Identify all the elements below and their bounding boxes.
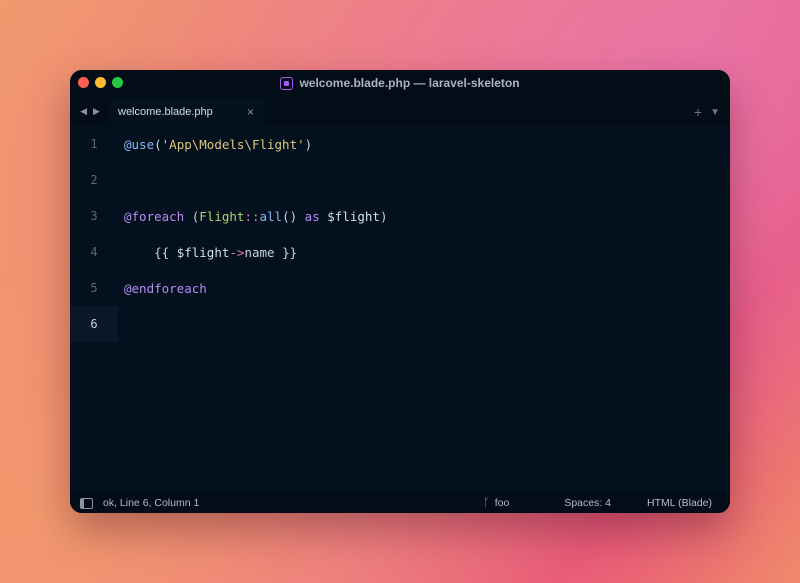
close-window-button[interactable] <box>78 77 89 88</box>
code-line: 5 @endforeach <box>70 270 730 306</box>
code-text: @foreach (Flight::all() as $flight) <box>124 208 388 224</box>
code-line: 3 @foreach (Flight::all() as $flight) <box>70 198 730 234</box>
line-number: 5 <box>90 281 98 295</box>
line-number: 4 <box>90 245 98 259</box>
code-text: {{ $flight->name }} <box>124 244 298 260</box>
indentation-setting[interactable]: Spaces: 4 <box>564 497 611 509</box>
sidebar-toggle-icon[interactable] <box>80 497 93 509</box>
new-tab-icon[interactable]: + <box>694 104 702 120</box>
line-number: 2 <box>90 173 98 187</box>
cursor-position[interactable]: ok, Line 6, Column 1 <box>103 497 483 509</box>
syntax-selector[interactable]: HTML (Blade) <box>647 497 712 509</box>
code-line: 2 <box>70 162 730 198</box>
line-number: 3 <box>90 209 98 223</box>
code-text: @endforeach <box>124 280 207 296</box>
app-icon <box>280 76 294 90</box>
code-line: 4 {{ $flight->name }} <box>70 234 730 270</box>
close-tab-icon[interactable]: × <box>247 105 254 119</box>
tab-list-dropdown-icon[interactable]: ▼ <box>710 107 720 118</box>
line-number: 1 <box>90 137 98 151</box>
code-editor[interactable]: 1 @use('App\Models\Flight') 2 3 @foreach… <box>70 126 730 493</box>
code-text: @use('App\Models\Flight') <box>124 136 313 152</box>
branch-name: foo <box>494 497 510 509</box>
tab-tools: + ▼ <box>694 104 720 120</box>
forward-arrow-icon[interactable]: ▶ <box>93 106 100 117</box>
line-number: 6 <box>70 306 118 342</box>
git-branch-icon: ᚴ <box>483 497 490 509</box>
tab-bar: ◀ ▶ welcome.blade.php × + ▼ <box>70 96 730 126</box>
git-branch[interactable]: ᚴ foo <box>483 497 509 509</box>
tab-welcome-blade[interactable]: welcome.blade.php × <box>110 98 264 126</box>
zoom-window-button[interactable] <box>112 77 123 88</box>
code-line: 1 @use('App\Models\Flight') <box>70 126 730 162</box>
window-controls <box>78 77 123 88</box>
code-line-current: 6 <box>70 306 730 342</box>
status-bar: ok, Line 6, Column 1 ᚴ foo Spaces: 4 HTM… <box>70 493 730 513</box>
tab-label: welcome.blade.php <box>118 106 213 118</box>
window-title: welcome.blade.php — laravel-skeleton <box>280 76 520 90</box>
back-arrow-icon[interactable]: ◀ <box>80 106 87 117</box>
editor-window: welcome.blade.php — laravel-skeleton ◀ ▶… <box>70 70 730 513</box>
title-bar: welcome.blade.php — laravel-skeleton <box>70 70 730 96</box>
window-title-text: welcome.blade.php — laravel-skeleton <box>299 76 520 90</box>
minimize-window-button[interactable] <box>95 77 106 88</box>
tab-navigation: ◀ ▶ <box>70 96 110 126</box>
